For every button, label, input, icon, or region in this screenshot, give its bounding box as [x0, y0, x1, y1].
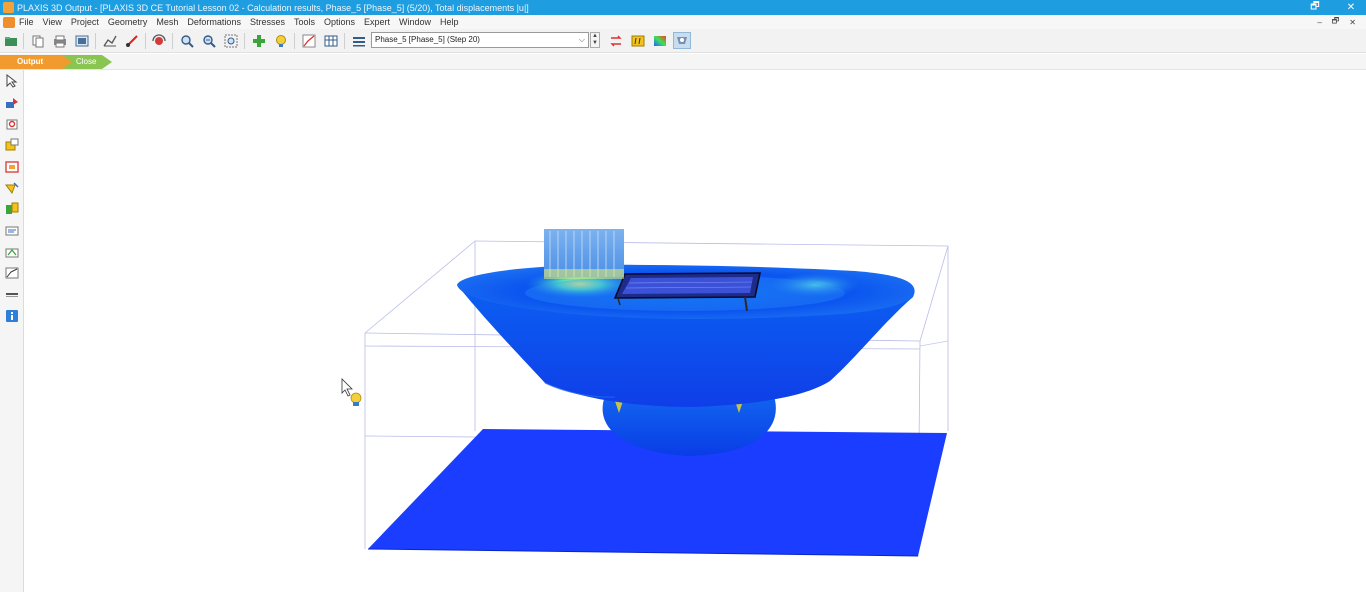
draw-scanline-icon[interactable] [123, 32, 141, 49]
open-project-icon[interactable] [2, 32, 20, 49]
zoom-out-icon[interactable] [200, 32, 218, 49]
chevron-down-icon[interactable]: ⌵ [579, 33, 585, 47]
zoom-window-icon[interactable] [222, 32, 240, 49]
hint-icon[interactable] [272, 32, 290, 49]
swap-icon[interactable] [607, 32, 625, 49]
menu-expert[interactable]: Expert [364, 17, 390, 27]
zoom-out-icon[interactable] [101, 32, 119, 49]
phase-select-value: Phase_5 [Phase_5] (Step 20) [375, 35, 480, 44]
add-icon[interactable] [250, 32, 268, 49]
select-icon[interactable] [4, 73, 20, 89]
spin-down-button[interactable]: ▼ [591, 40, 599, 47]
spin-up-button[interactable]: ▲ [591, 33, 599, 40]
mdi-restore-button[interactable]: 🗗 [1332, 15, 1340, 29]
mouse-cursor [341, 378, 353, 397]
rotate-icon[interactable] [150, 32, 168, 49]
document-icon[interactable] [3, 16, 15, 28]
step-spinner[interactable]: ▲ ▼ [590, 32, 600, 48]
view-mode-icon[interactable] [673, 32, 691, 49]
restore-button[interactable]: 🗗 [1308, 0, 1322, 16]
menu-mesh[interactable]: Mesh [156, 17, 178, 27]
building-structure [544, 229, 624, 279]
line-icon[interactable] [4, 287, 20, 303]
export-icon[interactable] [73, 32, 91, 49]
side-toolbar [0, 70, 24, 592]
close-window-button[interactable]: ✕ [1344, 2, 1358, 13]
menu-file[interactable]: File [19, 17, 34, 27]
legend-icon[interactable] [629, 32, 647, 49]
menu-tools[interactable]: Tools [294, 17, 315, 27]
annotations-icon[interactable] [4, 223, 20, 239]
window-controls: 🗗 ✕ [1308, 0, 1358, 15]
hide-icon[interactable] [4, 159, 20, 175]
measure-icon[interactable] [4, 180, 20, 196]
phase-list-icon[interactable] [350, 32, 368, 49]
print-icon[interactable] [51, 32, 69, 49]
zoom-in-icon[interactable] [178, 32, 196, 49]
menu-bar: File View Project Geometry Mesh Deformat… [0, 15, 1366, 29]
curves-manager-icon[interactable] [300, 32, 318, 49]
menu-project[interactable]: Project [71, 17, 99, 27]
main-toolbar [0, 29, 1366, 53]
menu-options[interactable]: Options [324, 17, 355, 27]
menu-window[interactable]: Window [399, 17, 431, 27]
phase-select[interactable]: Phase_5 [Phase_5] (Step 20) ⌵ [371, 32, 589, 48]
model-viewport[interactable] [25, 71, 1366, 592]
contour-icon[interactable] [651, 32, 669, 49]
menu-geometry[interactable]: Geometry [108, 17, 148, 27]
menu-view[interactable]: View [43, 17, 62, 27]
mdi-close-button[interactable]: ✕ [1349, 18, 1356, 27]
menu-stresses[interactable]: Stresses [250, 17, 285, 27]
cross-section-icon[interactable] [4, 201, 20, 217]
app-icon [3, 2, 14, 13]
mdi-controls: – 🗗 ✕ [1317, 15, 1356, 29]
mdi-minimize-button[interactable]: – [1317, 18, 1321, 27]
hint-bulb-icon [350, 392, 362, 406]
table-icon[interactable] [322, 32, 340, 49]
deformed-mesh-view[interactable] [25, 71, 1366, 592]
tab-strip: Close Output [0, 54, 1366, 70]
surface-icon[interactable] [4, 265, 20, 281]
spatial-icon[interactable] [4, 244, 20, 260]
copy-icon[interactable] [29, 32, 47, 49]
menu-help[interactable]: Help [440, 17, 459, 27]
tab-output[interactable]: Output [0, 55, 72, 69]
selection-icon[interactable] [4, 116, 20, 132]
move-icon[interactable] [4, 95, 20, 111]
menu-deformations[interactable]: Deformations [187, 17, 241, 27]
title-bar: PLAXIS 3D Output - [PLAXIS 3D CE Tutoria… [0, 0, 1366, 15]
window-title: PLAXIS 3D Output - [PLAXIS 3D CE Tutoria… [17, 2, 529, 13]
partial-geometry-icon[interactable] [4, 137, 20, 153]
info-icon[interactable] [4, 308, 20, 324]
